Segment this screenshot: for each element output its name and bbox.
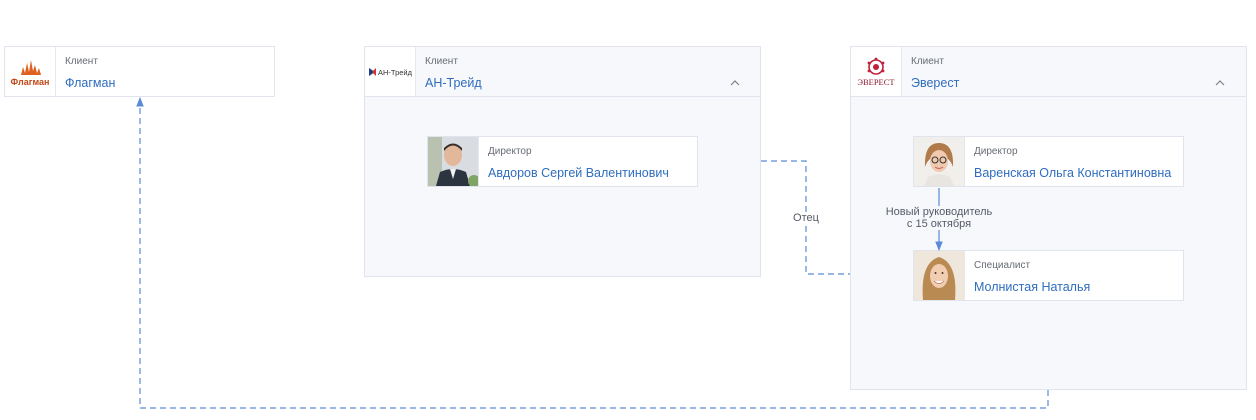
arrows-logo-icon: АН-Трейд [369, 67, 413, 77]
chevron-up-icon[interactable] [728, 78, 742, 88]
an-trade-logo: АН-Трейд [365, 47, 416, 96]
person-name-link[interactable]: Молнистая Наталья [974, 279, 1090, 295]
avatar [914, 137, 965, 186]
card-role-label: Директор [974, 146, 1018, 157]
person-card-avdorov[interactable]: Директор Авдоров Сергей Валентинович [427, 136, 698, 187]
avatar [914, 251, 965, 300]
person-card-varenskaya[interactable]: Директор Варенская Ольга Константиновна [913, 136, 1184, 187]
person-name-link[interactable]: Авдоров Сергей Валентинович [488, 165, 669, 181]
client-card-flagman[interactable]: Флагман Клиент Флагман [4, 46, 275, 97]
avatar [428, 137, 479, 186]
everest-logo: ЭВЕРЕСТ [851, 47, 902, 96]
card-role-label: Директор [488, 146, 532, 157]
chevron-up-icon[interactable] [1213, 78, 1227, 88]
card-role-label: Клиент [425, 56, 458, 67]
woman-glasses-photo-icon [914, 137, 964, 186]
diagram-canvas: Флагман Клиент Флагман АН-Трейд Клиент А… [0, 0, 1256, 420]
rosette-logo-icon: ЭВЕРЕСТ [857, 57, 895, 87]
person-card-molnistaya[interactable]: Специалист Молнистая Наталья [913, 250, 1184, 301]
flame-skyline-logo-icon: Флагман [11, 59, 50, 87]
client-name-link[interactable]: Эверест [911, 75, 959, 91]
client-name-link[interactable]: Флагман [65, 75, 115, 91]
flagman-logo: Флагман [5, 47, 56, 96]
person-name-link[interactable]: Варенская Ольга Константиновна [974, 165, 1171, 181]
edge-label-line: Новый руководитель [885, 206, 993, 218]
svg-text:ЭВЕРЕСТ: ЭВЕРЕСТ [857, 77, 895, 87]
card-role-label: Клиент [911, 56, 944, 67]
edge-label-line: с 15 октября [906, 218, 972, 230]
svg-text:АН-Трейд: АН-Трейд [378, 68, 413, 77]
card-role-label: Специалист [974, 260, 1031, 271]
edge-label-father: Отец [788, 212, 824, 224]
card-role-label: Клиент [65, 56, 98, 67]
client-header-an-trade[interactable]: АН-Трейд Клиент АН-Трейд [364, 46, 761, 97]
man-photo-icon [428, 137, 478, 186]
client-header-everest[interactable]: ЭВЕРЕСТ Клиент Эверест [850, 46, 1247, 97]
woman-smiling-photo-icon [914, 251, 964, 300]
client-name-link[interactable]: АН-Трейд [425, 75, 482, 91]
edge-label-new-manager: Новый руководитель с 15 октября [874, 206, 1004, 230]
svg-text:Флагман: Флагман [11, 77, 50, 87]
